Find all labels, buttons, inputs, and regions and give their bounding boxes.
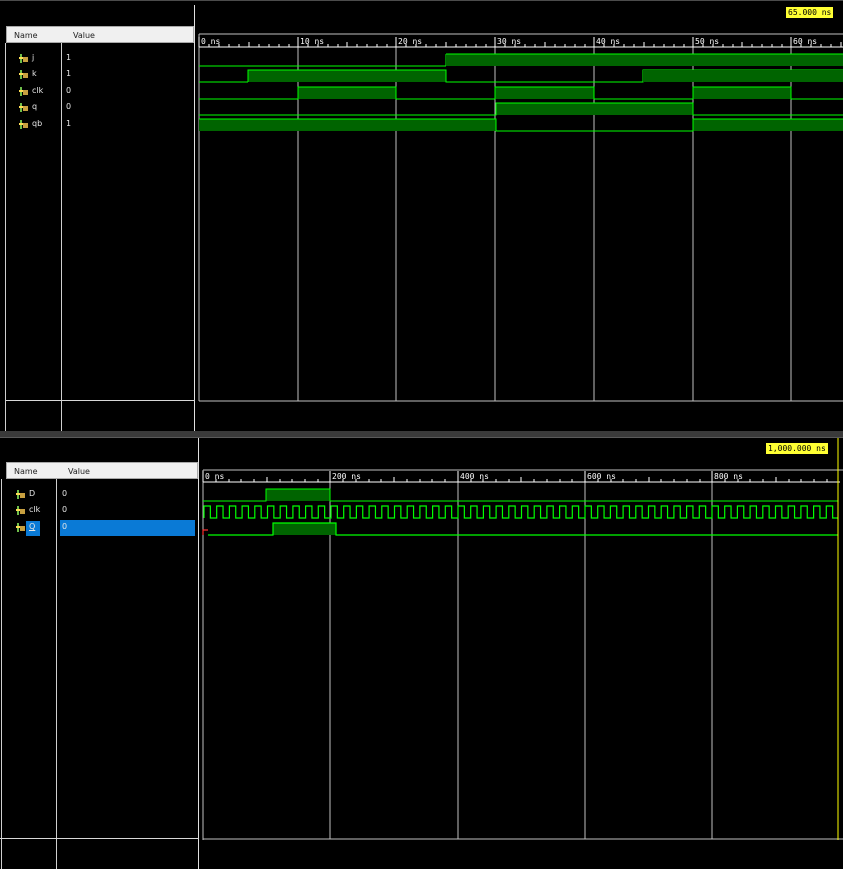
d-tick-label: 800 ns — [714, 472, 743, 481]
signal-name: j — [32, 53, 35, 62]
signal-name: qb — [32, 119, 43, 128]
jk-value-column-header[interactable]: Value — [73, 31, 95, 40]
signal-value: 0 — [62, 489, 68, 498]
d-tick-label: 600 ns — [587, 472, 616, 481]
signal-value: 0 — [62, 522, 68, 531]
wave-clk[interactable] — [199, 86, 843, 100]
d-cursor-time-label[interactable]: 1,000.000 ns — [766, 443, 828, 454]
signal-value: 1 — [66, 69, 72, 78]
d-value-column-header[interactable]: Value — [68, 467, 90, 476]
signal-row-D[interactable]: D 0 — [0, 488, 199, 502]
d-column-divider — [56, 479, 57, 869]
jk-tick-label: 10 ns — [300, 37, 324, 46]
signal-row-Q[interactable]: Q 0 — [0, 521, 199, 535]
jk-name-column-header[interactable]: Name — [14, 31, 38, 40]
jk-waveform-canvas[interactable]: 0 ns 10 ns 20 ns 30 ns 40 ns 50 ns 60 ns — [196, 1, 843, 431]
signal-icon — [19, 70, 28, 79]
d-waveform-panel: Name Value D 0 clk 0 Q 0 0 ns 200 ns 400… — [0, 437, 843, 869]
signal-icon — [16, 523, 25, 532]
signal-row-clk[interactable]: clk 0 — [0, 85, 195, 99]
d-left-border — [1, 479, 2, 869]
signal-row-qb[interactable]: qb 1 — [0, 118, 195, 132]
signal-icon — [16, 490, 25, 499]
wave-k[interactable] — [199, 69, 843, 83]
d-time-ruler — [202, 471, 840, 483]
wave-q[interactable] — [199, 102, 843, 116]
initial-undefined-marker — [202, 529, 208, 535]
signal-name: Q — [29, 522, 36, 531]
signal-value: 0 — [62, 505, 68, 514]
d-signal-list-pane: Name Value D 0 clk 0 Q 0 — [0, 438, 199, 869]
d-column-header: Name Value — [6, 462, 198, 479]
jk-tick-label: 50 ns — [695, 37, 719, 46]
signal-row-k[interactable]: k 1 — [0, 68, 195, 82]
jk-tick-label: 60 ns — [793, 37, 817, 46]
signal-row-clk[interactable]: clk 0 — [0, 504, 199, 518]
signal-value: 0 — [66, 86, 72, 95]
signal-icon — [19, 54, 28, 63]
d-name-column-header[interactable]: Name — [14, 467, 38, 476]
d-pane-splitter[interactable] — [198, 438, 199, 869]
jk-signal-list-pane: Name Value j 1 k 1 clk 0 q 0 qb 1 — [0, 1, 195, 431]
signal-icon — [19, 87, 28, 96]
wave-Q[interactable] — [202, 522, 838, 536]
jk-tick-label: 40 ns — [596, 37, 620, 46]
signal-name: clk — [29, 505, 41, 514]
d-grid — [329, 471, 713, 839]
jk-tick-label: 30 ns — [497, 37, 521, 46]
signal-name: clk — [32, 86, 44, 95]
signal-value: 1 — [66, 53, 72, 62]
d-tick-label: 400 ns — [460, 472, 489, 481]
wave-clk[interactable] — [203, 505, 838, 519]
signal-name: q — [32, 102, 38, 111]
signal-icon — [16, 506, 25, 515]
jk-cursor-time-label[interactable]: 65.000 ns — [786, 7, 834, 18]
signal-name: D — [29, 489, 36, 498]
signal-row-j[interactable]: j 1 — [0, 52, 195, 66]
jk-list-bottom-divider — [6, 400, 195, 401]
d-tick-label: 0 ns — [205, 472, 224, 481]
d-list-bottom-divider — [0, 838, 199, 839]
signal-icon — [19, 120, 28, 129]
wave-D[interactable] — [203, 488, 838, 502]
signal-name: k — [32, 69, 37, 78]
d-tick-label: 200 ns — [332, 472, 361, 481]
wave-j[interactable] — [199, 53, 843, 67]
jk-tick-label: 20 ns — [398, 37, 422, 46]
jk-column-header: Name Value — [6, 26, 194, 43]
jk-waves — [199, 53, 843, 132]
jk-tick-label: 0 ns — [201, 37, 220, 46]
d-waveform-canvas[interactable]: 0 ns 200 ns 400 ns 600 ns 800 ns — [200, 438, 843, 869]
signal-icon — [19, 103, 28, 112]
wave-qb[interactable] — [199, 118, 843, 132]
signal-row-q[interactable]: q 0 — [0, 101, 195, 115]
signal-value: 1 — [66, 119, 72, 128]
jk-waveform-panel: Name Value j 1 k 1 clk 0 q 0 qb 1 0 ns 1… — [0, 0, 843, 431]
signal-value: 0 — [66, 102, 72, 111]
